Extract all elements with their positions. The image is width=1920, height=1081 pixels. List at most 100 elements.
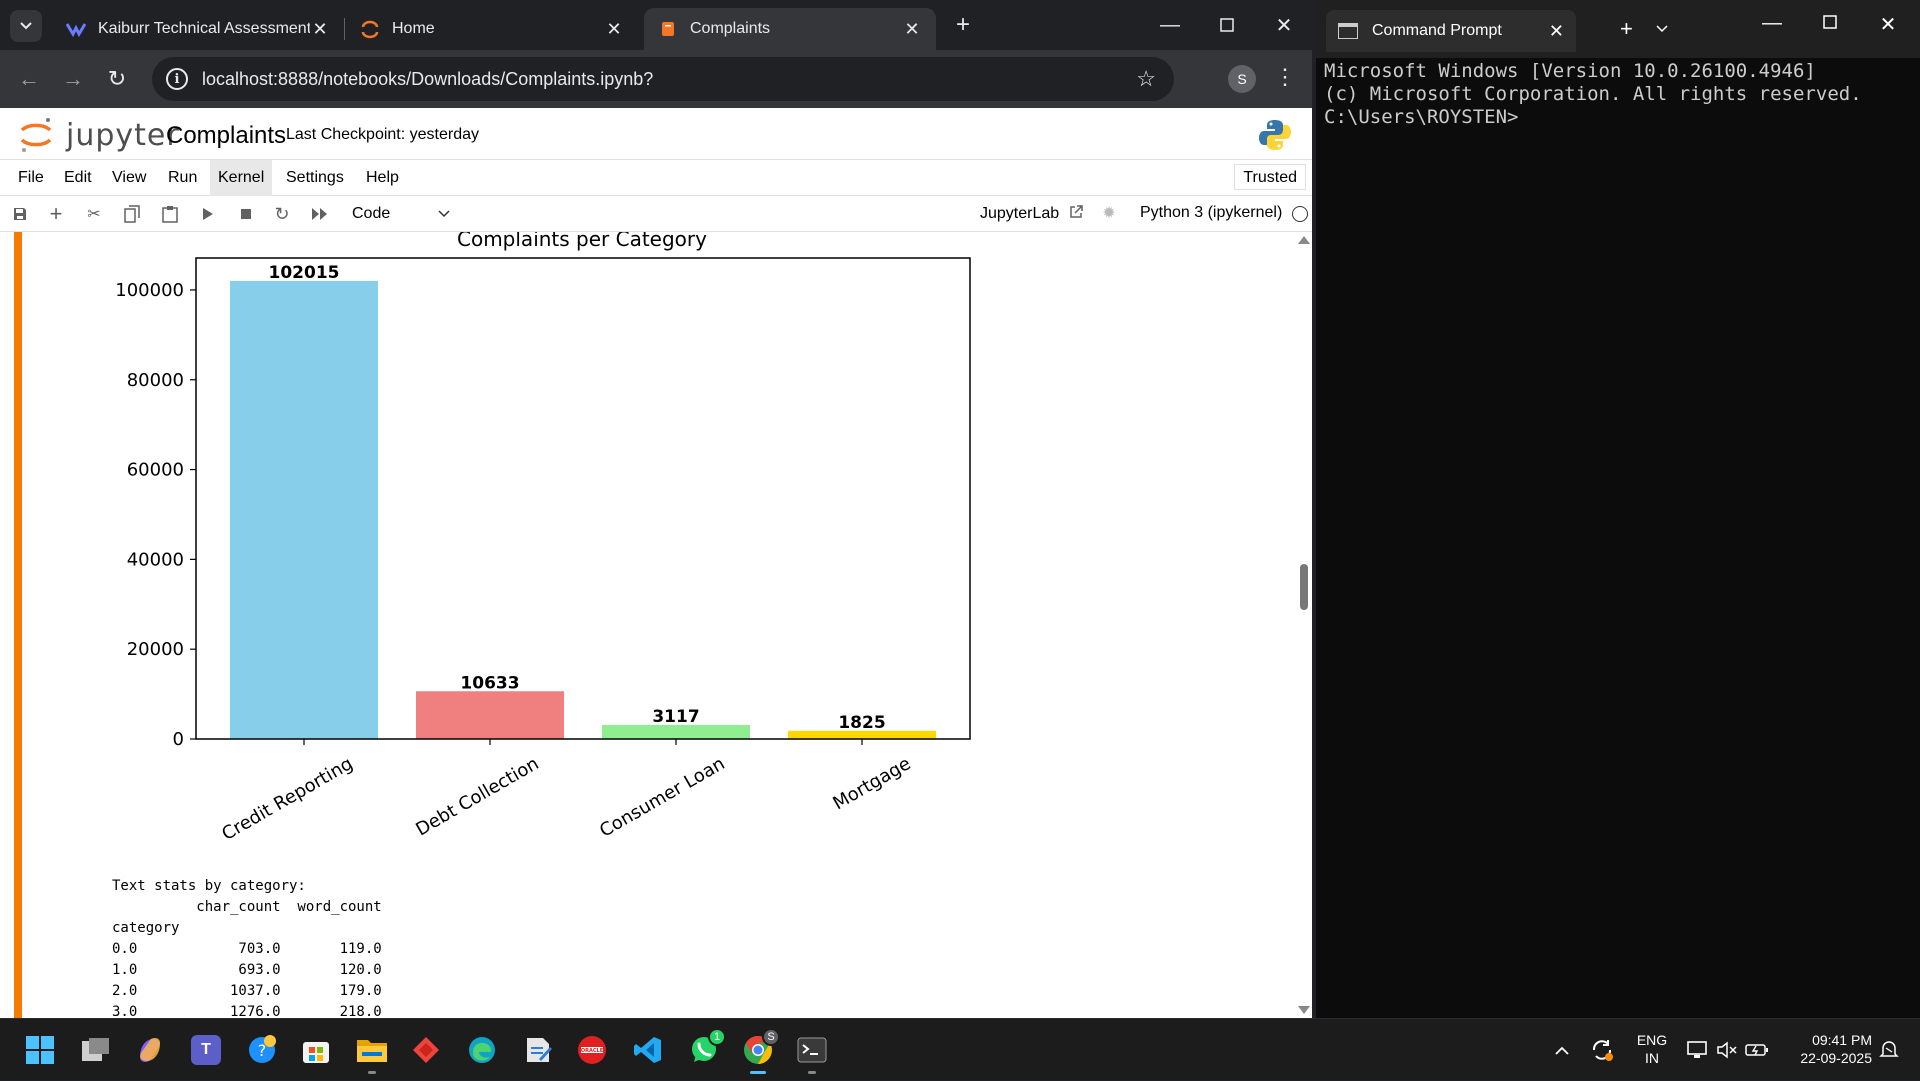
oracle-button[interactable]: ORACLE	[574, 1032, 610, 1068]
trusted-indicator[interactable]: Trusted	[1234, 164, 1306, 190]
battery-icon[interactable]	[1744, 1019, 1770, 1081]
cmd-tab-icon	[1338, 23, 1358, 39]
menu-edit[interactable]: Edit	[56, 160, 100, 196]
maximize-button[interactable]	[1810, 12, 1850, 35]
terminal-button[interactable]	[794, 1032, 830, 1074]
copilot-button[interactable]	[132, 1032, 168, 1068]
stats-row: 3.0 1276.0 218.0	[112, 1004, 382, 1018]
notebook-scrollbar[interactable]	[1296, 232, 1312, 1018]
forward-button[interactable]: →	[58, 64, 88, 94]
x-tick-label: Mortgage	[830, 753, 915, 814]
menu-help[interactable]: Help	[358, 160, 407, 196]
notepad-button[interactable]	[520, 1032, 556, 1068]
jupyter-logo[interactable]: jupyter	[16, 114, 179, 154]
save-icon[interactable]	[10, 204, 30, 224]
anydesk-icon	[413, 1037, 439, 1063]
menu-view[interactable]: View	[104, 160, 154, 196]
x-axis: Credit Reporting Debt Collection Consumer …	[218, 739, 915, 845]
menu-run[interactable]: Run	[160, 160, 205, 196]
svg-text:?: ?	[258, 1041, 267, 1060]
close-window-button[interactable]: ✕	[1262, 8, 1306, 42]
edge-beta-button[interactable]: ?	[244, 1032, 280, 1068]
close-icon[interactable]: ✕	[1549, 21, 1564, 42]
terminal-line: Microsoft Windows [Version 10.0.26100.49…	[1324, 60, 1816, 82]
kernel-name[interactable]: Python 3 (ipykernel)	[1140, 204, 1282, 222]
chevron-up-icon[interactable]	[1550, 1019, 1574, 1081]
file-explorer-button[interactable]	[354, 1032, 390, 1074]
stats-output: Text stats by category: char_count word_…	[112, 876, 382, 1018]
edge-button[interactable]	[464, 1032, 500, 1068]
tab-home[interactable]: Home ✕	[346, 8, 638, 50]
close-icon[interactable]: ✕	[902, 19, 922, 40]
cut-icon[interactable]: ✂	[84, 204, 104, 224]
scroll-up-icon[interactable]	[1298, 236, 1310, 244]
close-icon[interactable]: ✕	[604, 19, 624, 40]
language-indicator[interactable]: ENG IN	[1632, 1031, 1672, 1067]
scrollbar-thumb[interactable]	[1300, 564, 1308, 610]
anydesk-button[interactable]	[408, 1032, 444, 1068]
site-info-icon[interactable]: i	[166, 68, 188, 90]
terminal-line: (c) Microsoft Corporation. All rights re…	[1324, 83, 1862, 105]
insert-cell-icon[interactable]: +	[46, 201, 66, 226]
tab-title: Kaiburr Technical Assessment O	[98, 20, 310, 37]
y-tick-label: 80000	[127, 370, 184, 391]
bookmark-star-icon[interactable]: ☆	[1136, 66, 1156, 92]
notifications-icon[interactable]	[1876, 1019, 1902, 1081]
bar-credit-reporting	[230, 280, 378, 739]
close-icon[interactable]: ✕	[310, 19, 330, 40]
clock[interactable]: 09:41 PM 22-09-2025	[1780, 1031, 1872, 1067]
reload-button[interactable]: ↻	[102, 64, 132, 94]
browser-menu-icon[interactable]: ⋮	[1274, 64, 1296, 90]
external-link-icon	[1069, 205, 1083, 218]
task-view-button[interactable]	[78, 1032, 114, 1068]
cmd-tab[interactable]: Command Prompt ✕	[1326, 10, 1576, 52]
jupyter-logo-text: jupyter	[66, 118, 180, 153]
new-tab-button[interactable]: +	[1620, 16, 1633, 42]
cell-type-select[interactable]: Code	[352, 200, 452, 228]
tab-complaints[interactable]: Complaints ✕	[644, 8, 936, 50]
start-button[interactable]	[22, 1032, 58, 1068]
maximize-button[interactable]	[1205, 8, 1249, 42]
profile-avatar[interactable]: S	[1228, 65, 1256, 93]
browser-window: Kaiburr Technical Assessment O ✕ Home ✕ …	[0, 0, 1312, 1018]
url-text[interactable]: localhost:8888/notebooks/Downloads/Compl…	[202, 69, 1136, 90]
new-tab-button[interactable]: +	[948, 10, 978, 40]
sync-icon[interactable]	[1588, 1019, 1616, 1081]
edge-icon	[469, 1037, 495, 1063]
teams-button[interactable]: T	[188, 1032, 224, 1068]
volume-muted-icon[interactable]	[1714, 1019, 1740, 1081]
whatsapp-button[interactable]: 1	[686, 1028, 726, 1068]
store-button[interactable]	[298, 1032, 334, 1068]
chrome-button[interactable]: S	[740, 1028, 780, 1074]
menu-kernel[interactable]: Kernel	[210, 160, 273, 196]
address-bar[interactable]: i localhost:8888/notebooks/Downloads/Com…	[152, 57, 1174, 101]
back-button[interactable]: ←	[14, 64, 44, 94]
scroll-down-icon[interactable]	[1298, 1006, 1310, 1014]
menu-settings[interactable]: Settings	[278, 160, 352, 196]
terminal-output[interactable]: Microsoft Windows [Version 10.0.26100.49…	[1324, 60, 1862, 129]
stop-icon[interactable]	[236, 204, 256, 224]
notepad-icon	[527, 1038, 552, 1062]
network-icon[interactable]	[1684, 1019, 1710, 1081]
stats-row: 0.0 703.0 119.0	[112, 941, 382, 957]
jupyterlab-link[interactable]: JupyterLab	[980, 204, 1084, 223]
chevron-down-icon[interactable]	[1656, 20, 1668, 36]
stats-row: 2.0 1037.0 179.0	[112, 983, 382, 999]
paste-icon[interactable]	[160, 204, 180, 224]
restart-run-all-icon[interactable]	[310, 204, 330, 224]
minimize-button[interactable]: —	[1752, 12, 1792, 35]
tab-kaiburr[interactable]: Kaiburr Technical Assessment O ✕	[52, 8, 344, 50]
menu-file[interactable]: File	[10, 160, 52, 196]
close-window-button[interactable]: ✕	[1868, 12, 1908, 37]
minimize-button[interactable]: —	[1148, 8, 1192, 42]
copilot-icon	[140, 1038, 160, 1062]
tab-search-button[interactable]	[10, 10, 42, 42]
debugger-icon[interactable]: ✹	[1100, 204, 1118, 222]
copy-icon[interactable]	[122, 204, 142, 224]
notebook-title[interactable]: Complaints	[166, 122, 286, 150]
restart-icon[interactable]: ↻	[272, 204, 292, 224]
y-tick-label: 60000	[127, 460, 184, 481]
vscode-button[interactable]	[630, 1032, 666, 1068]
bar-consumer-loan	[602, 725, 750, 739]
run-icon[interactable]	[198, 204, 218, 224]
